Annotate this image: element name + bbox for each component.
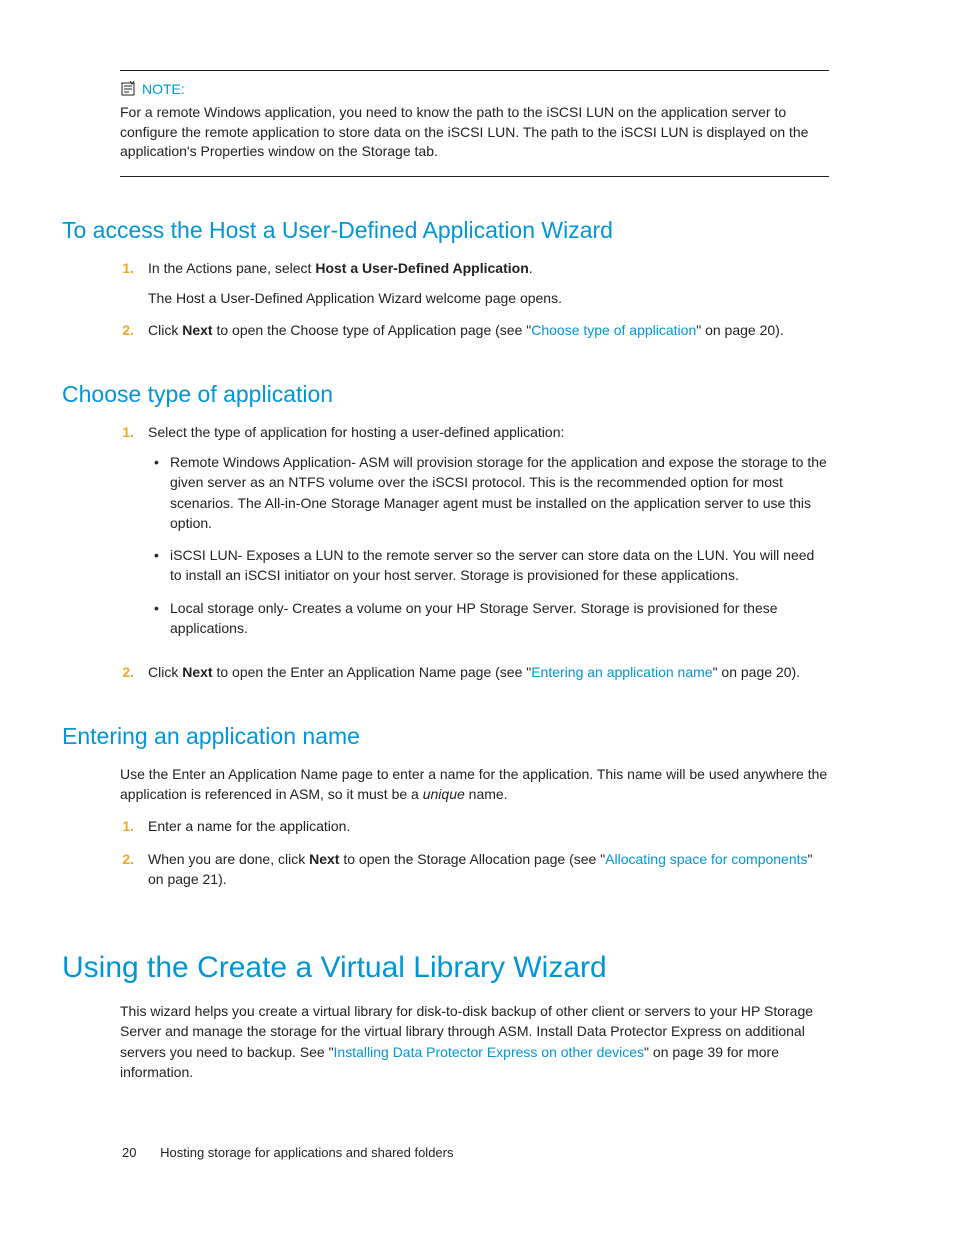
list-item: 1. Select the type of application for ho…: [120, 422, 829, 663]
step-text: In the Actions pane, select Host a User-…: [148, 258, 829, 278]
step-text: Click Next to open the Choose type of Ap…: [148, 320, 829, 340]
intro-text: Use the Enter an Application Name page t…: [120, 764, 829, 805]
page-footer: 20 Hosting storage for applications and …: [122, 1145, 454, 1160]
step-number: 2.: [120, 662, 134, 682]
note-icon: [120, 81, 136, 97]
note-label: NOTE:: [142, 81, 185, 97]
bullet-item: Local storage only- Creates a volume on …: [148, 598, 829, 639]
heading-virtual-library: Using the Create a Virtual Library Wizar…: [62, 951, 829, 985]
step-number: 1.: [120, 422, 134, 651]
link-install-dpe[interactable]: Installing Data Protector Express on oth…: [334, 1044, 645, 1060]
note-body: For a remote Windows application, you ne…: [120, 103, 829, 162]
step-text: The Host a User-Defined Application Wiza…: [148, 288, 829, 308]
note-block: NOTE: For a remote Windows application, …: [120, 70, 829, 177]
list-item: 2. When you are done, click Next to open…: [120, 849, 829, 902]
step-number: 2.: [120, 320, 134, 340]
page-number: 20: [122, 1145, 136, 1160]
paragraph-text: This wizard helps you create a virtual l…: [120, 1001, 829, 1082]
link-allocating-space[interactable]: Allocating space for components: [605, 851, 807, 867]
heading-choose-type: Choose type of application: [62, 381, 829, 408]
step-text: Select the type of application for hosti…: [148, 422, 829, 442]
step-text: When you are done, click Next to open th…: [148, 849, 829, 890]
bullet-item: Remote Windows Application- ASM will pro…: [148, 452, 829, 533]
bullet-item: iSCSI LUN- Exposes a LUN to the remote s…: [148, 545, 829, 586]
heading-entering-name: Entering an application name: [62, 723, 829, 750]
heading-access-wizard: To access the Host a User-Defined Applic…: [62, 217, 829, 244]
footer-title: Hosting storage for applications and sha…: [160, 1145, 453, 1160]
link-choose-type[interactable]: Choose type of application: [531, 322, 696, 338]
step-number: 2.: [120, 849, 134, 890]
step-number: 1.: [120, 258, 134, 309]
step-text: Enter a name for the application.: [148, 816, 829, 836]
list-item: 1. Enter a name for the application.: [120, 816, 829, 848]
list-item: 2. Click Next to open the Choose type of…: [120, 320, 829, 352]
link-entering-name[interactable]: Entering an application name: [531, 664, 712, 680]
step-number: 1.: [120, 816, 134, 836]
list-item: 2. Click Next to open the Enter an Appli…: [120, 662, 829, 694]
list-item: 1. In the Actions pane, select Host a Us…: [120, 258, 829, 321]
step-text: Click Next to open the Enter an Applicat…: [148, 662, 829, 682]
